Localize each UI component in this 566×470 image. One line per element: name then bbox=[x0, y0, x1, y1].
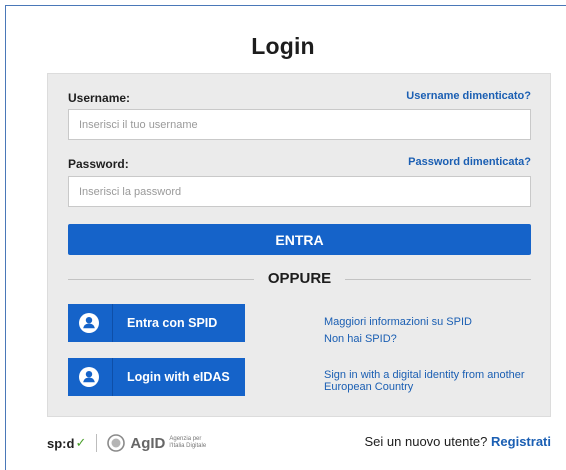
spid-logo-text: sp:d bbox=[47, 435, 75, 451]
page-title: Login bbox=[251, 33, 315, 59]
spid-login-button[interactable]: Entra con SPID bbox=[68, 304, 245, 342]
oppure-divider: OPPURE bbox=[68, 269, 531, 289]
eidas-button-label: Login with eIDAS bbox=[127, 370, 230, 384]
person-circle-icon bbox=[78, 366, 100, 388]
password-forgot-link[interactable]: Password dimenticata? bbox=[408, 156, 531, 168]
eidas-info-link-line2[interactable]: European Country bbox=[324, 381, 413, 394]
new-user-prompt: Sei un nuovo utente? Registrati bbox=[365, 434, 551, 449]
spid-logo: sp:d ✓ bbox=[47, 435, 86, 451]
password-input[interactable] bbox=[68, 176, 531, 207]
register-link[interactable]: Registrati bbox=[491, 434, 551, 449]
divider-text: OPPURE bbox=[267, 270, 332, 287]
entra-button[interactable]: ENTRA bbox=[68, 224, 531, 255]
check-icon: ✓ bbox=[75, 435, 87, 450]
spid-info-link[interactable]: Maggiori informazioni su SPID bbox=[324, 316, 472, 329]
footer-logos: sp:d ✓ AgID Agenzia per l'Italia Digital… bbox=[47, 431, 206, 455]
new-user-text: Sei un nuovo utente? bbox=[364, 434, 488, 449]
username-forgot-link[interactable]: Username dimenticato? bbox=[406, 90, 531, 102]
agid-subtext: Agenzia per l'Italia Digitale bbox=[169, 436, 206, 450]
button-separator bbox=[112, 358, 113, 396]
person-circle-icon bbox=[78, 312, 100, 334]
logo-divider bbox=[96, 434, 98, 452]
agid-subtext-line1: Agenzia per bbox=[169, 436, 202, 442]
username-input[interactable] bbox=[68, 109, 531, 140]
button-separator bbox=[112, 304, 113, 342]
agid-emblem-icon bbox=[107, 434, 126, 452]
password-label: Password: bbox=[68, 157, 129, 171]
agid-logo: AgID Agenzia per l'Italia Digitale bbox=[107, 434, 206, 452]
username-label: Username: bbox=[68, 91, 131, 105]
eidas-login-button[interactable]: Login with eIDAS bbox=[68, 358, 245, 396]
agid-subtext-line2: l'Italia Digitale bbox=[169, 443, 207, 449]
spid-button-label: Entra con SPID bbox=[127, 316, 218, 330]
no-spid-link[interactable]: Non hai SPID? bbox=[324, 333, 397, 346]
agid-logo-text: AgID bbox=[130, 434, 166, 452]
